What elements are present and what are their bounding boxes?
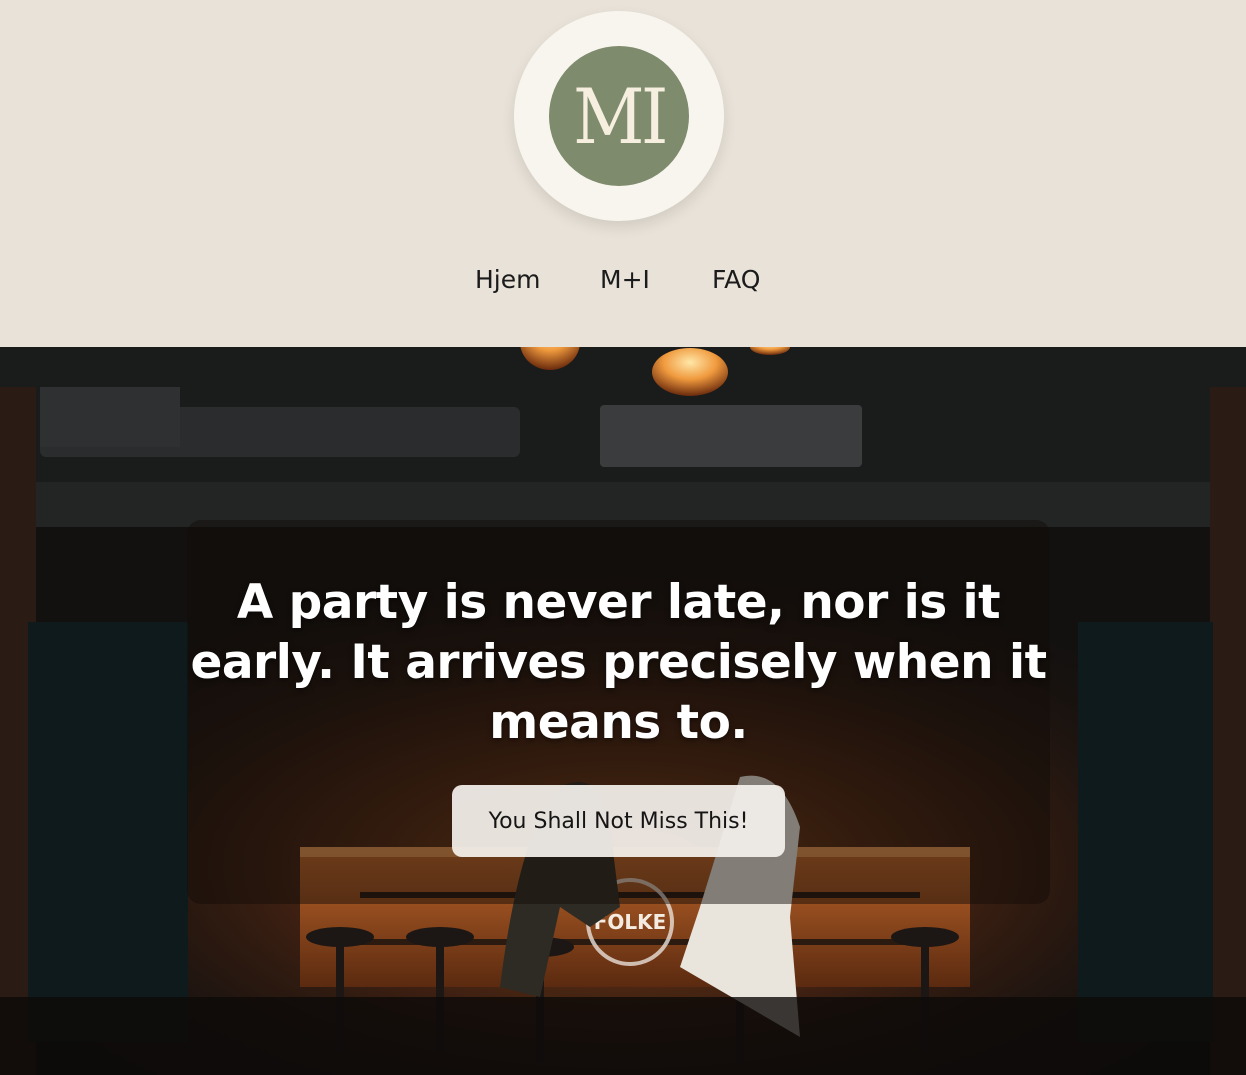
nav-link-m-i[interactable]: M+I — [600, 262, 650, 298]
nav-link-faq[interactable]: FAQ — [712, 262, 760, 298]
main-nav: Hjem M+I FAQ — [0, 262, 1246, 298]
cta-button[interactable]: You Shall Not Miss This! — [452, 785, 785, 857]
hero-headline: A party is never late, nor is it early. … — [190, 575, 1047, 750]
logo-badge: MI — [549, 46, 689, 186]
logo[interactable]: MI — [514, 11, 724, 221]
logo-monogram: MI — [573, 72, 669, 161]
nav-link-hjem[interactable]: Hjem — [475, 262, 540, 298]
site-header: MI Hjem M+I FAQ — [0, 0, 1246, 347]
hero-section: FOLKE A party is never late, nor is it e… — [0, 347, 1246, 1075]
